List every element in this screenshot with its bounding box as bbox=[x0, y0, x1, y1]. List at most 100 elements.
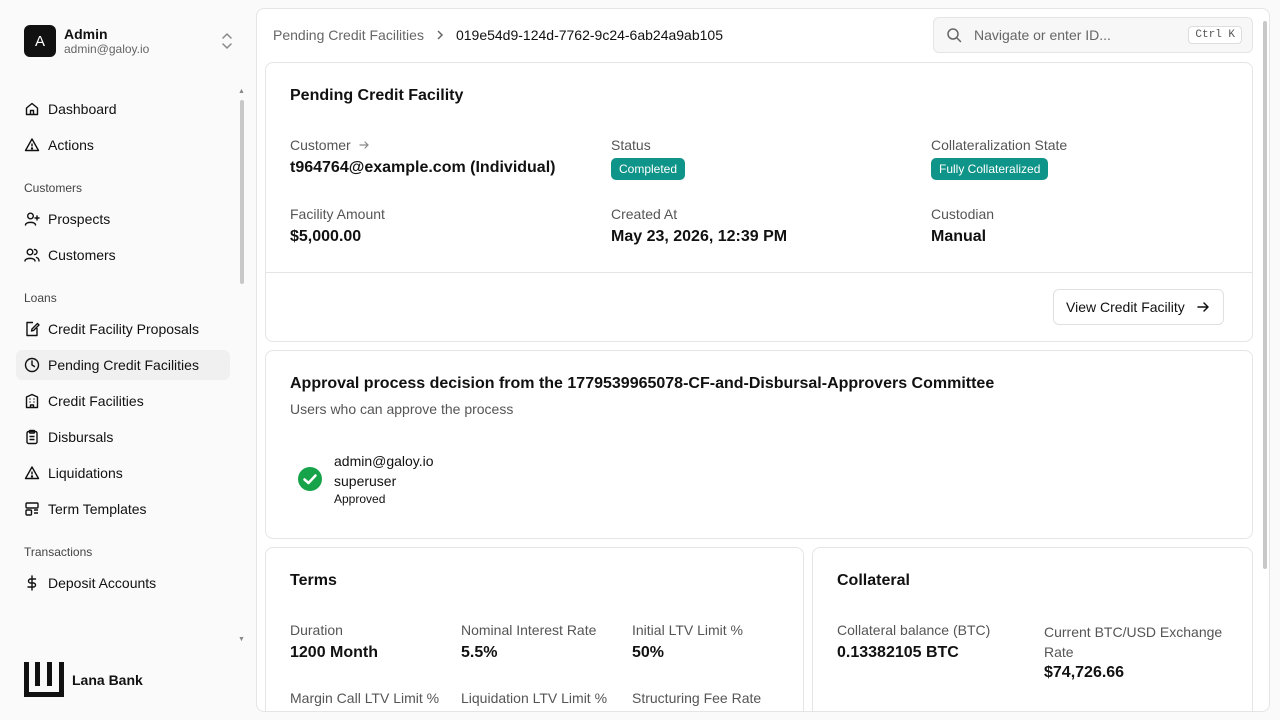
sidebar-item-label: Prospects bbox=[48, 211, 111, 227]
sidebar-item-deposit-accounts[interactable]: Deposit Accounts bbox=[16, 568, 230, 598]
lana-logo-icon bbox=[24, 662, 64, 697]
sidebar-item-credit-facility-proposals[interactable]: Credit Facility Proposals bbox=[16, 314, 230, 344]
sidebar-item-customers[interactable]: Customers bbox=[16, 240, 230, 270]
brand: Lana Bank bbox=[24, 662, 143, 698]
breadcrumb-current: 019e54d9-124d-7762-9c24-6ab24a9ab105 bbox=[455, 27, 723, 43]
alert-triangle-icon bbox=[24, 138, 40, 152]
customer-value: t964764@example.com (Individual) bbox=[290, 159, 556, 176]
dollar-sign-icon bbox=[27, 575, 37, 591]
sidebar-item-label: Customers bbox=[48, 247, 116, 263]
collateral-card: Collateral Collateral balance (BTC) 0.13… bbox=[812, 547, 1253, 711]
user-plus-icon bbox=[24, 212, 40, 226]
search-icon bbox=[947, 28, 962, 43]
collateral-balance-value: 0.13382105 BTC bbox=[837, 644, 959, 661]
approval-title: Approval process decision from the 17795… bbox=[290, 375, 995, 392]
view-credit-facility-button[interactable]: View Credit Facility bbox=[1053, 289, 1224, 325]
home-icon bbox=[25, 102, 39, 116]
status-badge: Completed bbox=[611, 158, 686, 180]
user-menu[interactable]: A Admin admin@galoy.io bbox=[24, 24, 234, 58]
sidebar-item-label: Liquidations bbox=[48, 465, 123, 481]
facility-amount-label: Facility Amount bbox=[290, 206, 385, 222]
custodian-value: Manual bbox=[931, 228, 987, 245]
status-label: Status bbox=[611, 137, 651, 153]
sidebar: A Admin admin@galoy.io Dashboard Actions… bbox=[0, 0, 248, 720]
sidebar-item-credit-facilities[interactable]: Credit Facilities bbox=[16, 386, 230, 416]
sidebar-item-actions[interactable]: Actions bbox=[16, 130, 230, 160]
liquidation-ltv-label: Liquidation LTV Limit % bbox=[461, 690, 608, 706]
card-divider bbox=[266, 272, 1252, 273]
interest-rate-label: Nominal Interest Rate bbox=[461, 622, 597, 638]
user-name: Admin bbox=[64, 26, 108, 42]
duration-value: 1200 Month bbox=[290, 644, 379, 661]
users-icon bbox=[24, 248, 40, 262]
sidebar-item-term-templates[interactable]: Term Templates bbox=[16, 494, 230, 524]
sidebar-item-label: Term Templates bbox=[48, 501, 147, 517]
avatar: A bbox=[24, 25, 56, 57]
approver-role: superuser bbox=[334, 473, 397, 489]
sidebar-item-pending-credit-facilities[interactable]: Pending Credit Facilities bbox=[16, 350, 230, 380]
arrow-right-icon bbox=[1197, 302, 1209, 312]
keyboard-shortcut-badge: Ctrl K bbox=[1188, 26, 1242, 44]
pending-facility-card: Pending Credit Facility Customer t964764… bbox=[265, 62, 1253, 342]
created-at-label: Created At bbox=[611, 206, 678, 222]
sidebar-scroll-down[interactable]: ▼ bbox=[238, 636, 245, 643]
sidebar-nav: Dashboard Actions Customers Prospects Cu… bbox=[16, 94, 230, 604]
sidebar-item-label: Disbursals bbox=[48, 429, 114, 445]
building-icon bbox=[25, 393, 39, 409]
approval-card: Approval process decision from the 17795… bbox=[265, 350, 1253, 539]
check-circle-icon bbox=[298, 467, 322, 491]
sidebar-item-label: Deposit Accounts bbox=[48, 575, 157, 591]
interest-rate-value: 5.5% bbox=[461, 644, 498, 661]
collateralization-state-badge: Fully Collateralized bbox=[931, 158, 1049, 180]
sidebar-item-disbursals[interactable]: Disbursals bbox=[16, 422, 230, 452]
brand-name: Lana Bank bbox=[72, 672, 143, 688]
arrow-right-icon bbox=[358, 141, 369, 149]
sidebar-item-label: Dashboard bbox=[48, 101, 117, 117]
facility-amount-value: $5,000.00 bbox=[290, 228, 362, 245]
clipboard-list-icon bbox=[26, 429, 38, 445]
clock-icon bbox=[24, 357, 40, 373]
main-scrollbar[interactable] bbox=[1263, 21, 1267, 569]
breadcrumb: Pending Credit Facilities 019e54d9-124d-… bbox=[273, 27, 723, 43]
card-title: Pending Credit Facility bbox=[290, 87, 464, 104]
sidebar-scroll-up[interactable]: ▲ bbox=[238, 88, 245, 95]
breadcrumb-parent-link[interactable]: Pending Credit Facilities bbox=[273, 27, 424, 43]
sidebar-scrollbar[interactable] bbox=[240, 100, 244, 284]
chevrons-up-down-icon bbox=[222, 33, 232, 49]
initial-ltv-value: 50% bbox=[632, 644, 665, 661]
initial-ltv-label: Initial LTV Limit % bbox=[632, 622, 743, 638]
structuring-fee-label: Structuring Fee Rate bbox=[632, 690, 762, 706]
duration-label: Duration bbox=[290, 622, 343, 638]
sidebar-item-label: Actions bbox=[48, 137, 94, 153]
main-panel: Pending Credit Facilities 019e54d9-124d-… bbox=[256, 8, 1270, 712]
collateral-balance-label: Collateral balance (BTC) bbox=[837, 622, 991, 638]
sidebar-item-prospects[interactable]: Prospects bbox=[16, 204, 230, 234]
customer-label[interactable]: Customer bbox=[290, 137, 369, 153]
sidebar-item-liquidations[interactable]: Liquidations bbox=[16, 458, 230, 488]
nav-section-customers: Customers bbox=[24, 181, 83, 195]
sidebar-item-dashboard[interactable]: Dashboard bbox=[16, 94, 230, 124]
custodian-label: Custodian bbox=[931, 206, 995, 222]
collateral-title: Collateral bbox=[837, 572, 910, 589]
exchange-rate-label: Current BTC/USD Exchange Rate bbox=[1044, 624, 1223, 660]
created-at-value: May 23, 2026, 12:39 PM bbox=[611, 228, 788, 245]
layout-template-icon bbox=[25, 502, 39, 516]
sidebar-item-label: Credit Facilities bbox=[48, 393, 144, 409]
chevron-right-icon bbox=[437, 30, 444, 40]
margin-call-ltv-label: Margin Call LTV Limit % bbox=[290, 690, 440, 706]
view-credit-facility-label: View Credit Facility bbox=[1066, 299, 1185, 315]
alert-triangle-icon bbox=[24, 466, 40, 480]
file-edit-icon bbox=[26, 321, 40, 337]
approver-email: admin@galoy.io bbox=[334, 453, 434, 469]
terms-card: Terms Duration 1200 Month Nominal Intere… bbox=[265, 547, 804, 711]
terms-title: Terms bbox=[290, 572, 337, 589]
nav-section-transactions: Transactions bbox=[24, 545, 93, 559]
collateralization-state-label: Collateralization State bbox=[931, 137, 1068, 153]
search-input[interactable]: Navigate or enter ID... Ctrl K bbox=[933, 17, 1253, 53]
search-placeholder: Navigate or enter ID... bbox=[974, 27, 1111, 43]
approver-status: Approved bbox=[334, 492, 386, 506]
sidebar-item-label: Pending Credit Facilities bbox=[48, 357, 199, 373]
exchange-rate-value: $74,726.66 bbox=[1044, 664, 1125, 681]
approval-subtitle: Users who can approve the process bbox=[290, 401, 514, 417]
user-email: admin@galoy.io bbox=[64, 42, 150, 56]
